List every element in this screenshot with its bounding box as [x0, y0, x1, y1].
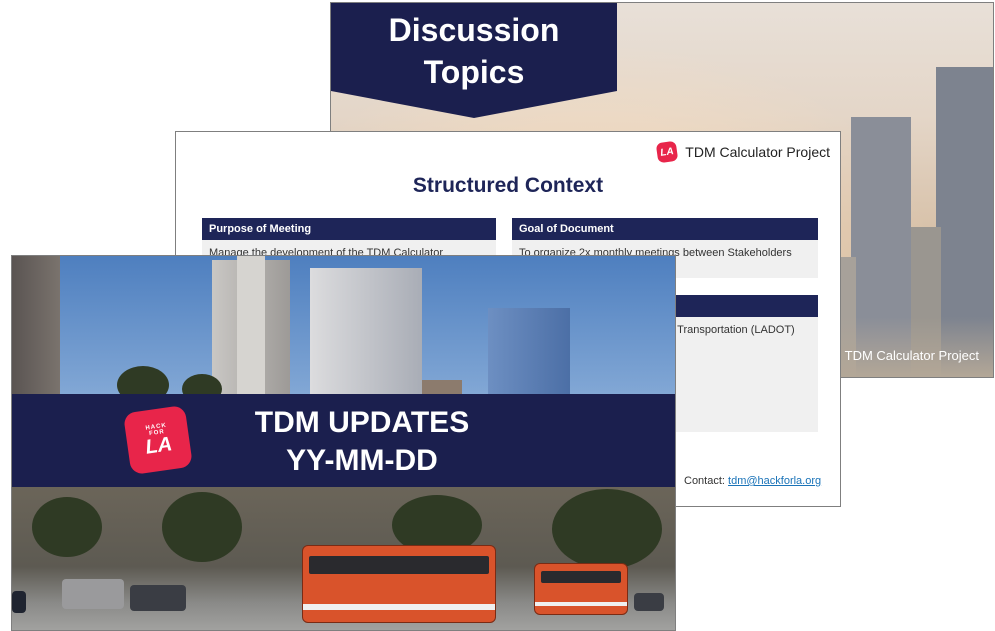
car — [62, 579, 124, 609]
palm-tree — [162, 492, 242, 562]
street-scene-photo — [12, 487, 675, 630]
discussion-topics-title: Discussion Topics — [388, 12, 560, 90]
hack-for-la-logo-icon: LA — [656, 140, 679, 164]
contact-line: Contact: tdm@hackforla.org — [684, 475, 821, 487]
tdm-updates-title: TDM UPDATES YY-MM-DD — [254, 406, 470, 477]
contact-email-link[interactable]: tdm@hackforla.org — [728, 475, 821, 487]
hack-for-la-logo-icon: HACK FOR LA — [122, 404, 194, 476]
tdm-updates-slide[interactable]: HACK FOR LA TDM UPDATES YY-MM-DD — [11, 255, 676, 631]
slide-title: Structured Context — [412, 174, 604, 197]
contact-label: Contact: — [684, 475, 725, 487]
palm-tree — [552, 489, 662, 569]
project-label: TDM Calculator Project — [685, 144, 830, 160]
back-slide-footer: TDM Calculator Project — [844, 348, 979, 363]
city-bus — [302, 545, 496, 623]
car — [634, 593, 664, 611]
car — [12, 591, 26, 613]
goal-heading: Goal of Document — [512, 218, 818, 240]
project-header: LA TDM Calculator Project — [656, 140, 830, 164]
car — [130, 585, 186, 611]
purpose-heading: Purpose of Meeting — [202, 218, 496, 240]
city-bus — [534, 563, 628, 615]
palm-tree — [32, 497, 102, 557]
